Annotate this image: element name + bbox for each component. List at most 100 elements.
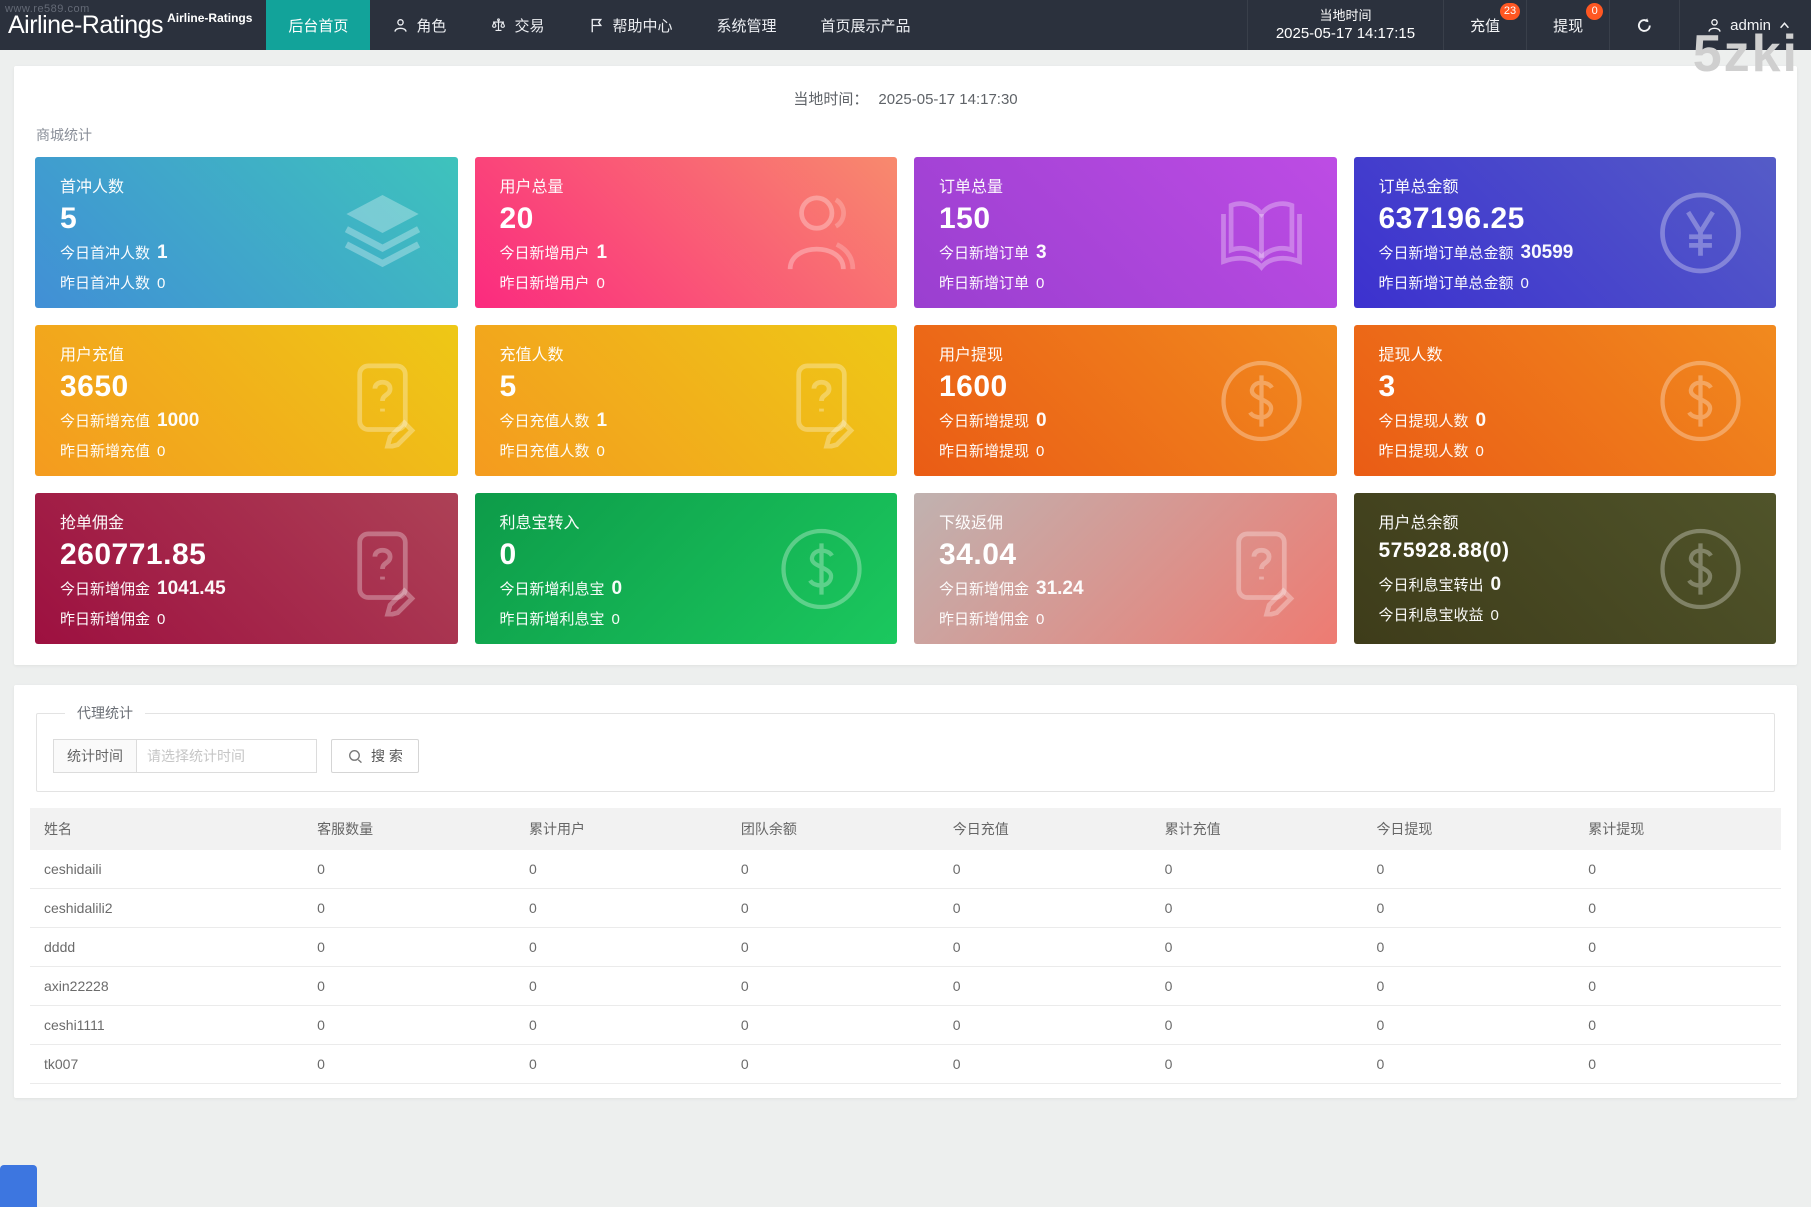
column-header: 客服数量 [303, 808, 515, 850]
panel-local-time-value: 2025-05-17 14:17:30 [878, 91, 1017, 108]
withdraw-badge: 0 [1586, 3, 1603, 20]
stat-cards-grid: 首冲人数 5 今日首冲人数1 昨日首冲人数0 用户总量 20 今日新增用户1 昨… [14, 157, 1797, 644]
recharge-label: 充值 [1470, 15, 1500, 36]
column-header: 累计用户 [515, 808, 727, 850]
stat-card: 充值人数 5 今日充值人数1 昨日充值人数0 [475, 325, 898, 476]
stat-time-label: 统计时间 [53, 739, 137, 773]
recharge-badge: 23 [1500, 3, 1520, 20]
agent-table: 姓名客服数量累计用户团队余额今日充值累计充值今日提现累计提现 ceshidail… [30, 808, 1781, 1084]
nav-item-label: 系统管理 [716, 15, 776, 36]
local-time-label: 当地时间 [1319, 7, 1371, 24]
filter-row: 统计时间 搜 索 [53, 739, 1758, 773]
mall-stats-panel: 当地时间： 2025-05-17 14:17:30 商城统计 首冲人数 5 今日首… [14, 66, 1797, 665]
main-nav: 后台首页 角色 交易 帮助中心 系统管理 首页展示产品 [266, 0, 932, 50]
table-body: ceshidaili0000000ceshidalili20000000dddd… [30, 850, 1781, 1084]
table-cell: 0 [939, 850, 1151, 889]
refresh-button[interactable] [1610, 0, 1680, 50]
stat-card: 订单总量 150 今日新增订单3 昨日新增订单0 [914, 157, 1337, 308]
stat-card: 提现人数 3 今日提现人数0 昨日提现人数0 [1354, 325, 1777, 476]
table-cell: 0 [1362, 967, 1574, 1006]
stat-card: 抢单佣金 260771.85 今日新增佣金1041.45 昨日新增佣金0 [35, 493, 458, 644]
search-button[interactable]: 搜 索 [331, 739, 419, 773]
dollar-icon [774, 521, 869, 616]
table-cell: 0 [1574, 889, 1781, 928]
table-row: tk0070000000 [30, 1045, 1781, 1084]
table-cell: 0 [1362, 850, 1574, 889]
table-cell: 0 [515, 1045, 727, 1084]
nav-item[interactable]: 系统管理 [694, 0, 798, 50]
table-cell: 0 [303, 967, 515, 1006]
stat-card: 下级返佣 34.04 今日新增佣金31.24 昨日新增佣金0 [914, 493, 1337, 644]
topbar: Airline-Ratings Airline-Ratings 后台首页 角色 … [0, 0, 1811, 50]
table-cell: 0 [939, 1006, 1151, 1045]
column-header: 累计充值 [1151, 808, 1363, 850]
table-cell: 0 [1151, 928, 1363, 967]
table-cell: 0 [1574, 928, 1781, 967]
logo-superscript: Airline-Ratings [167, 11, 252, 25]
table-cell: 0 [515, 1006, 727, 1045]
table-cell: 0 [1151, 1045, 1363, 1084]
watermark-5zki: 5zki [1693, 28, 1799, 80]
dollar-icon [1214, 353, 1309, 448]
table-cell: 0 [1362, 1045, 1574, 1084]
table-cell: dddd [30, 928, 303, 967]
nav-item[interactable]: 交易 [468, 0, 566, 50]
person-icon [774, 185, 869, 280]
table-cell: axin22228 [30, 967, 303, 1006]
table-cell: 0 [303, 1045, 515, 1084]
watermark-site-url: www.re589.com [5, 3, 90, 15]
doc-icon [335, 353, 430, 448]
stat-card: 订单总金额 637196.25 今日新增订单总金额30599 昨日新增订单总金额… [1354, 157, 1777, 308]
table-cell: 0 [303, 1006, 515, 1045]
nav-item-label: 角色 [416, 15, 446, 36]
agent-stats-fieldset: 代理统计 统计时间 搜 索 [36, 703, 1775, 792]
doc-icon [1214, 521, 1309, 616]
table-header-row: 姓名客服数量累计用户团队余额今日充值累计充值今日提现累计提现 [30, 808, 1781, 850]
table-cell: 0 [515, 889, 727, 928]
stat-card: 用户提现 1600 今日新增提现0 昨日新增提现0 [914, 325, 1337, 476]
table-cell: 0 [1574, 850, 1781, 889]
table-cell: 0 [727, 967, 939, 1006]
nav-item[interactable]: 帮助中心 [566, 0, 694, 50]
table-cell: 0 [1574, 1006, 1781, 1045]
flag-icon [588, 17, 605, 34]
nav-item-label: 后台首页 [288, 15, 348, 36]
floating-widget[interactable] [0, 1165, 37, 1207]
stat-card: 首冲人数 5 今日首冲人数1 昨日首冲人数0 [35, 157, 458, 308]
nav-item[interactable]: 后台首页 [266, 0, 370, 50]
nav-item[interactable]: 首页展示产品 [798, 0, 932, 50]
table-cell: 0 [303, 850, 515, 889]
search-icon [347, 748, 364, 765]
table-cell: 0 [939, 967, 1151, 1006]
fieldset-legend: 代理统计 [65, 703, 145, 723]
table-cell: 0 [1574, 1045, 1781, 1084]
nav-item-label: 交易 [514, 15, 544, 36]
table-cell: 0 [1574, 967, 1781, 1006]
panel-local-time-label: 当地时间： [793, 91, 868, 108]
book-icon [1214, 185, 1309, 280]
stat-card: 用户充值 3650 今日新增充值1000 昨日新增充值0 [35, 325, 458, 476]
table-cell: 0 [727, 1045, 939, 1084]
scales-icon [490, 17, 507, 34]
table-cell: 0 [515, 967, 727, 1006]
stat-time-input[interactable] [137, 739, 317, 773]
column-header: 今日充值 [939, 808, 1151, 850]
column-header: 累计提现 [1574, 808, 1781, 850]
table-cell: 0 [727, 928, 939, 967]
refresh-icon [1636, 17, 1653, 34]
table-cell: 0 [939, 1045, 1151, 1084]
section-title: 商城统计 [36, 125, 1797, 145]
table-cell: ceshi1111 [30, 1006, 303, 1045]
stat-card: 利息宝转入 0 今日新增利息宝0 昨日新增利息宝0 [475, 493, 898, 644]
recharge-button[interactable]: 充值 23 [1444, 0, 1527, 50]
table-row: ceshidaili0000000 [30, 850, 1781, 889]
dollar-icon [1653, 353, 1748, 448]
stat-card: 用户总量 20 今日新增用户1 昨日新增用户0 [475, 157, 898, 308]
table-cell: 0 [303, 889, 515, 928]
nav-item[interactable]: 角色 [370, 0, 468, 50]
user-icon [392, 17, 409, 34]
yen-icon [1653, 185, 1748, 280]
table-row: dddd0000000 [30, 928, 1781, 967]
withdraw-button[interactable]: 提现 0 [1527, 0, 1610, 50]
column-header: 团队余额 [727, 808, 939, 850]
